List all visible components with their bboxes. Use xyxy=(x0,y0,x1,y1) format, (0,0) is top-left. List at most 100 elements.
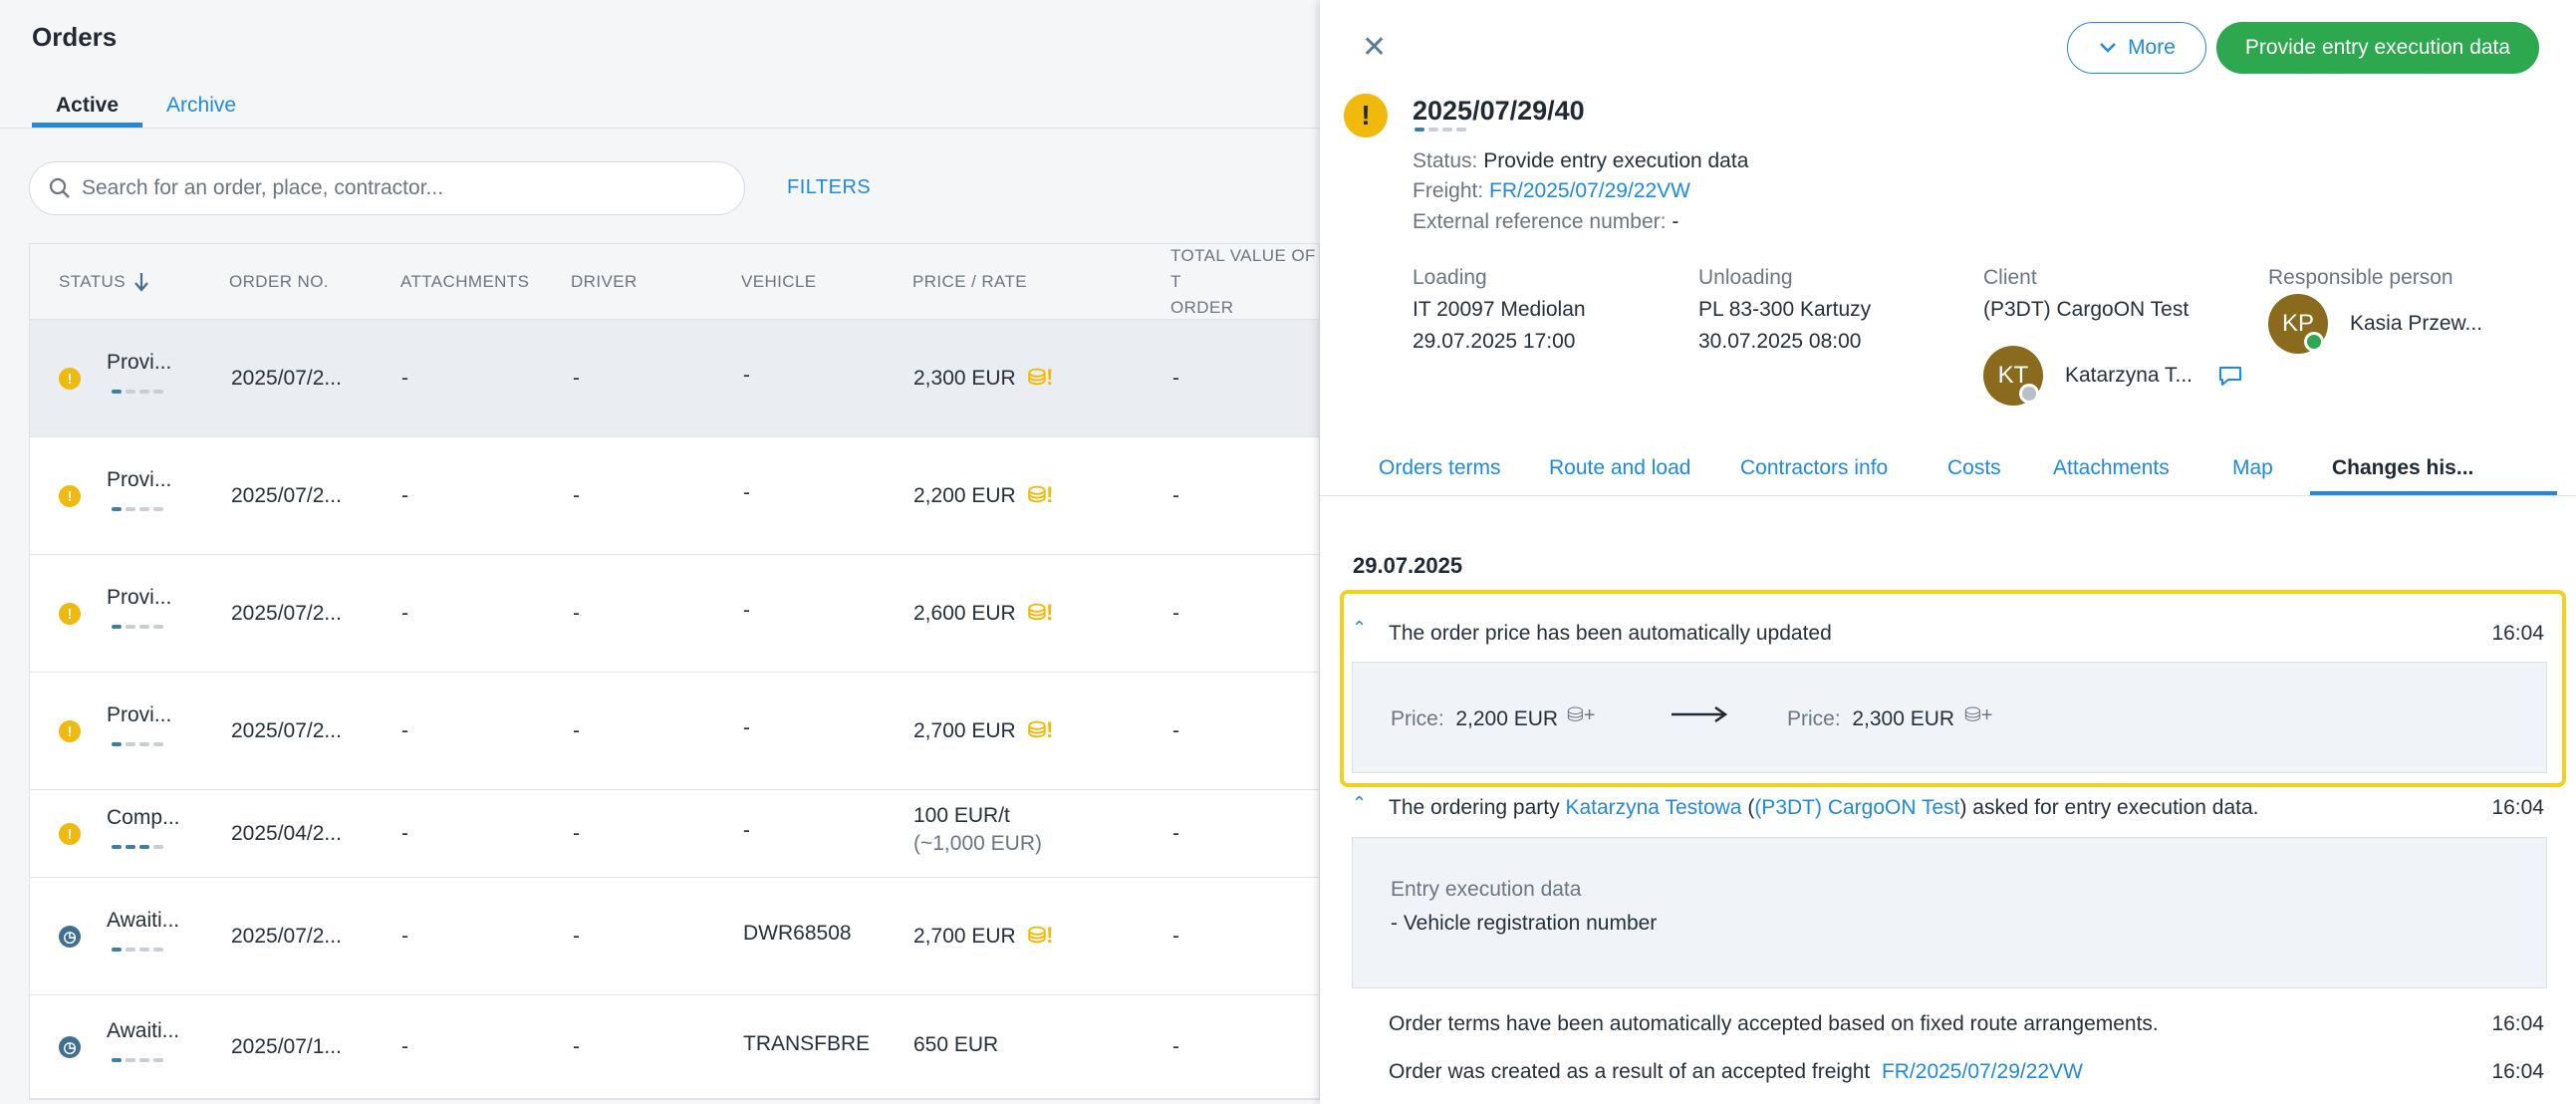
close-icon[interactable]: ✕ xyxy=(1362,30,1387,65)
vehicle-cell: - xyxy=(743,819,750,842)
freight-link[interactable]: FR/2025/07/29/22VW xyxy=(1882,1060,2083,1083)
progress-dots xyxy=(112,845,163,849)
collapse-chevron-icon[interactable]: ⌃ xyxy=(1352,618,1367,639)
attachments-cell: - xyxy=(401,484,408,507)
entry-data-item: - Vehicle registration number xyxy=(1391,912,1658,935)
col-vehicle[interactable]: VEHICLE xyxy=(741,244,817,320)
coin-warning-icon: ⛁! xyxy=(1027,600,1054,625)
vehicle-cell: - xyxy=(743,599,750,622)
presence-offline-icon xyxy=(2019,384,2039,404)
tab-contractors-info[interactable]: Contractors info xyxy=(1740,450,1888,496)
tabs-divider xyxy=(0,128,1320,129)
table-row[interactable]: ! Comp... 2025/04/2... - - - - 100 EUR/t (~1,000… xyxy=(30,790,1319,878)
status-text: Provi... xyxy=(107,586,172,609)
table-row[interactable]: ! Provi... 2025/07/2... - - - - 2,300 EUR ⛁! xyxy=(30,320,1319,437)
total-value-cell: - xyxy=(1172,719,1179,742)
driver-cell: - xyxy=(573,484,580,507)
tab-active[interactable]: Active xyxy=(32,84,143,128)
tab-costs[interactable]: Costs xyxy=(1947,450,2001,496)
driver-cell: - xyxy=(573,602,580,625)
driver-cell: - xyxy=(573,367,580,390)
progress-dots xyxy=(112,1058,163,1062)
vehicle-cell: - xyxy=(743,364,750,387)
col-driver[interactable]: DRIVER xyxy=(571,244,638,320)
progress-dots xyxy=(112,390,163,394)
tab-route-and-load[interactable]: Route and load xyxy=(1549,450,1690,496)
attachments-cell: - xyxy=(401,367,408,390)
table-row[interactable]: ◷ Awaiti... 2025/07/2... - - DWR68508 - 2,700 E… xyxy=(30,878,1319,995)
order-number: 2025/04/2... xyxy=(231,822,342,845)
status-value: Provide entry execution data xyxy=(1483,149,1749,172)
arrow-right-icon xyxy=(1672,705,1728,723)
event-time: 16:04 xyxy=(2491,622,2544,645)
price-cell: 650 EUR xyxy=(913,1033,999,1056)
status-text: Provi... xyxy=(107,703,172,726)
total-value-cell: - xyxy=(1172,925,1179,948)
col-total-value[interactable]: TOTAL VALUE OF T ORDER xyxy=(1170,244,1319,320)
tab-archive[interactable]: Archive xyxy=(142,84,260,128)
tab-orders-terms[interactable]: Orders terms xyxy=(1379,450,1501,496)
total-value-cell: - xyxy=(1172,1035,1179,1058)
search-input[interactable] xyxy=(82,176,679,200)
table-row[interactable]: ◷ Awaiti... 2025/07/1... - - TRANSFBRE - 650 EU… xyxy=(30,995,1319,1099)
col-price[interactable]: PRICE / RATE xyxy=(912,244,1027,320)
event-price-update-text: The order price has been automatically u… xyxy=(1389,622,1832,645)
tab-map[interactable]: Map xyxy=(2232,450,2273,496)
coin-plus-icon: ⛁+ xyxy=(1964,704,1993,726)
provide-entry-data-button[interactable]: Provide entry execution data xyxy=(2216,22,2539,74)
loading-info: Loading IT 20097 Mediolan 29.07.2025 17:… xyxy=(1413,266,1586,353)
coin-plus-icon: ⛁+ xyxy=(1567,704,1596,726)
event-time: 16:04 xyxy=(2491,1060,2544,1083)
col-status[interactable]: STATUS xyxy=(59,244,149,320)
responsible-person-name: Kasia Przew... xyxy=(2350,312,2483,335)
page-title: Orders xyxy=(32,22,118,52)
table-row[interactable]: ! Provi... 2025/07/2... - - - - 2,200 EUR ⛁! xyxy=(30,437,1319,555)
unloading-info: Unloading PL 83-300 Kartuzy 30.07.2025 0… xyxy=(1698,266,1872,353)
table-row[interactable]: ! Provi... 2025/07/2... - - - - 2,600 EUR ⛁! xyxy=(30,555,1319,673)
progress-dots xyxy=(112,742,163,746)
driver-cell: - xyxy=(573,719,580,742)
vehicle-cell: - xyxy=(743,481,750,504)
warning-icon: ! xyxy=(59,485,81,507)
col-attachments[interactable]: ATTACHMENTS xyxy=(400,244,529,320)
tab-changes-history[interactable]: Changes his... xyxy=(2310,450,2557,496)
status-line: Status: Provide entry execution data xyxy=(1413,149,1749,172)
clock-icon: ◷ xyxy=(59,926,81,948)
new-price: Price: 2,300 EUR xyxy=(1787,707,1955,730)
extref-line: External reference number: - xyxy=(1413,210,1679,233)
chevron-down-icon xyxy=(2100,43,2116,53)
coin-warning-icon: ⛁! xyxy=(1027,365,1054,390)
freight-link[interactable]: FR/2025/07/29/22VW xyxy=(1489,179,1690,202)
order-number: 2025/07/2... xyxy=(231,367,342,390)
event-time: 16:04 xyxy=(2491,1012,2544,1035)
vehicle-cell: DWR68508 xyxy=(743,922,852,945)
filters-button[interactable]: FILTERS xyxy=(787,176,871,199)
status-text: Awaiti... xyxy=(107,1019,180,1042)
attachments-cell: - xyxy=(401,822,408,845)
warning-icon: ! xyxy=(59,603,81,625)
history-date: 29.07.2025 xyxy=(1353,553,1463,578)
event-terms-text: Order terms have been automatically acce… xyxy=(1389,1012,2159,1035)
col-order-no[interactable]: ORDER NO. xyxy=(229,244,329,320)
collapse-chevron-icon[interactable]: ⌃ xyxy=(1352,793,1367,814)
search-box[interactable] xyxy=(29,161,745,215)
order-number: 2025/07/2... xyxy=(231,602,342,625)
tabs-divider xyxy=(1320,495,2576,496)
more-button[interactable]: More xyxy=(2067,22,2206,74)
progress-dots xyxy=(112,507,163,511)
person-link[interactable]: Katarzyna Testowa xyxy=(1565,796,1741,819)
attachments-cell: - xyxy=(401,925,408,948)
total-value-cell: - xyxy=(1172,602,1179,625)
orders-tabs: Active Archive xyxy=(32,84,260,130)
more-label: More xyxy=(2128,36,2176,59)
company-link[interactable]: (P3DT) CargoON Test xyxy=(1754,796,1959,819)
vehicle-cell: TRANSFBRE xyxy=(743,1032,871,1055)
table-row[interactable]: ! Provi... 2025/07/2... - - - - 2,700 EUR ⛁! xyxy=(30,673,1319,790)
coin-warning-icon: ⛁! xyxy=(1027,717,1054,742)
tab-attachments[interactable]: Attachments xyxy=(2053,450,2170,496)
chat-icon[interactable] xyxy=(2216,364,2244,388)
warning-icon: ! xyxy=(59,823,81,845)
price-cell: 2,700 EUR ⛁! xyxy=(913,717,1054,742)
warning-icon: ! xyxy=(1344,94,1388,138)
order-number: 2025/07/2... xyxy=(231,719,342,742)
